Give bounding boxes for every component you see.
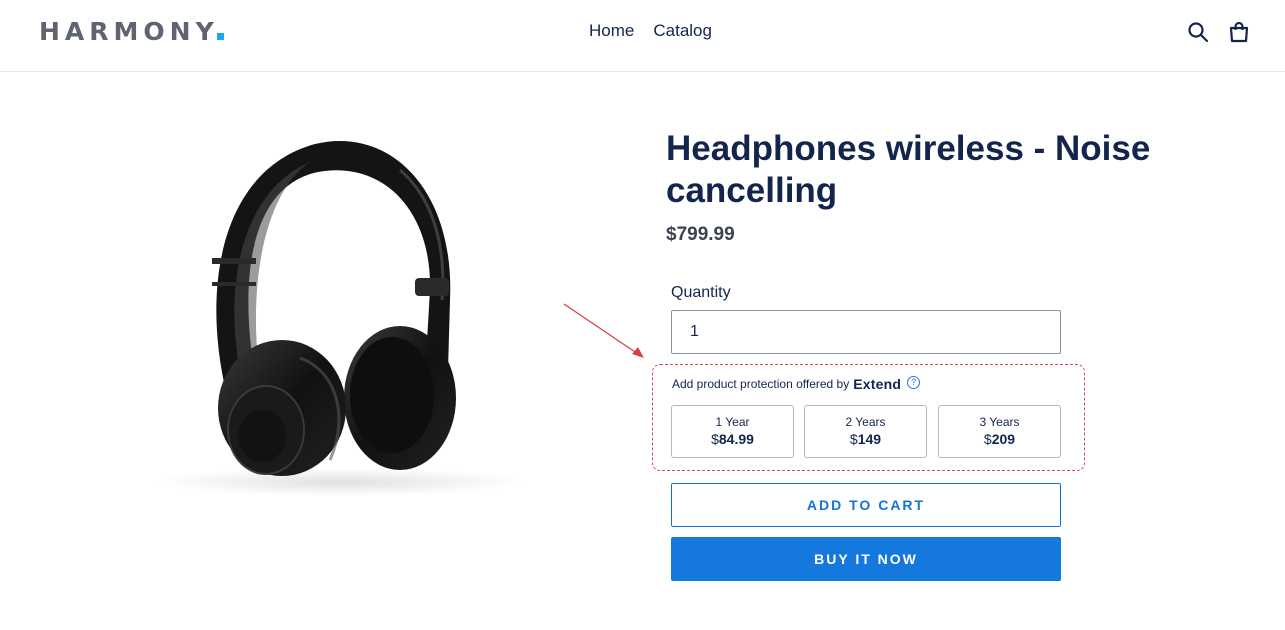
plan-amount: 209 <box>991 431 1016 447</box>
plan-price: $149 <box>805 431 926 448</box>
headphones-product-image <box>150 130 530 510</box>
product-price: $799.99 <box>666 224 735 245</box>
add-to-cart-button[interactable]: ADD TO CART <box>671 483 1061 527</box>
plan-term: 2 Years <box>845 415 886 429</box>
plan-currency: $ <box>711 431 719 447</box>
protection-header: Add product protection offered by Extend… <box>672 375 921 392</box>
plan-term: 3 Years <box>979 415 1020 429</box>
main-nav: Home Catalog <box>589 21 712 41</box>
plan-price: $209 <box>939 431 1060 448</box>
plan-currency: $ <box>983 431 992 447</box>
cart-icon[interactable] <box>1227 20 1251 44</box>
quantity-input[interactable] <box>671 310 1061 354</box>
nav-home[interactable]: Home <box>589 21 634 41</box>
plan-amount: 84.99 <box>718 431 754 447</box>
quantity-label: Quantity <box>671 284 731 301</box>
plan-price: $84.99 <box>672 431 793 448</box>
plan-term: 1 Year <box>715 415 750 429</box>
extend-brand: Extend <box>853 376 902 392</box>
logo[interactable]: HARMONY <box>39 17 224 47</box>
plan-option-3-years[interactable]: 3 Years $209 <box>938 405 1061 458</box>
protection-offer: Add product protection offered by Extend… <box>652 364 1085 471</box>
nav-catalog[interactable]: Catalog <box>653 21 712 41</box>
search-icon[interactable] <box>1186 20 1210 44</box>
plan-amount: 149 <box>857 431 882 447</box>
site-header: HARMONY Home Catalog <box>0 0 1285 72</box>
plan-option-2-years[interactable]: 2 Years $149 <box>804 405 927 458</box>
logo-text: HARMONY <box>39 17 219 46</box>
protection-header-text: Add product protection offered by <box>672 377 850 391</box>
plan-option-1-year[interactable]: 1 Year $84.99 <box>671 405 794 458</box>
product-title: Headphones wireless - Noise cancelling <box>666 129 1151 210</box>
help-icon[interactable]: ? <box>907 375 921 389</box>
logo-dot <box>216 33 224 40</box>
plan-currency: $ <box>849 431 858 447</box>
annotation-arrow <box>560 300 650 362</box>
buy-now-button[interactable]: BUY IT NOW <box>671 537 1061 581</box>
